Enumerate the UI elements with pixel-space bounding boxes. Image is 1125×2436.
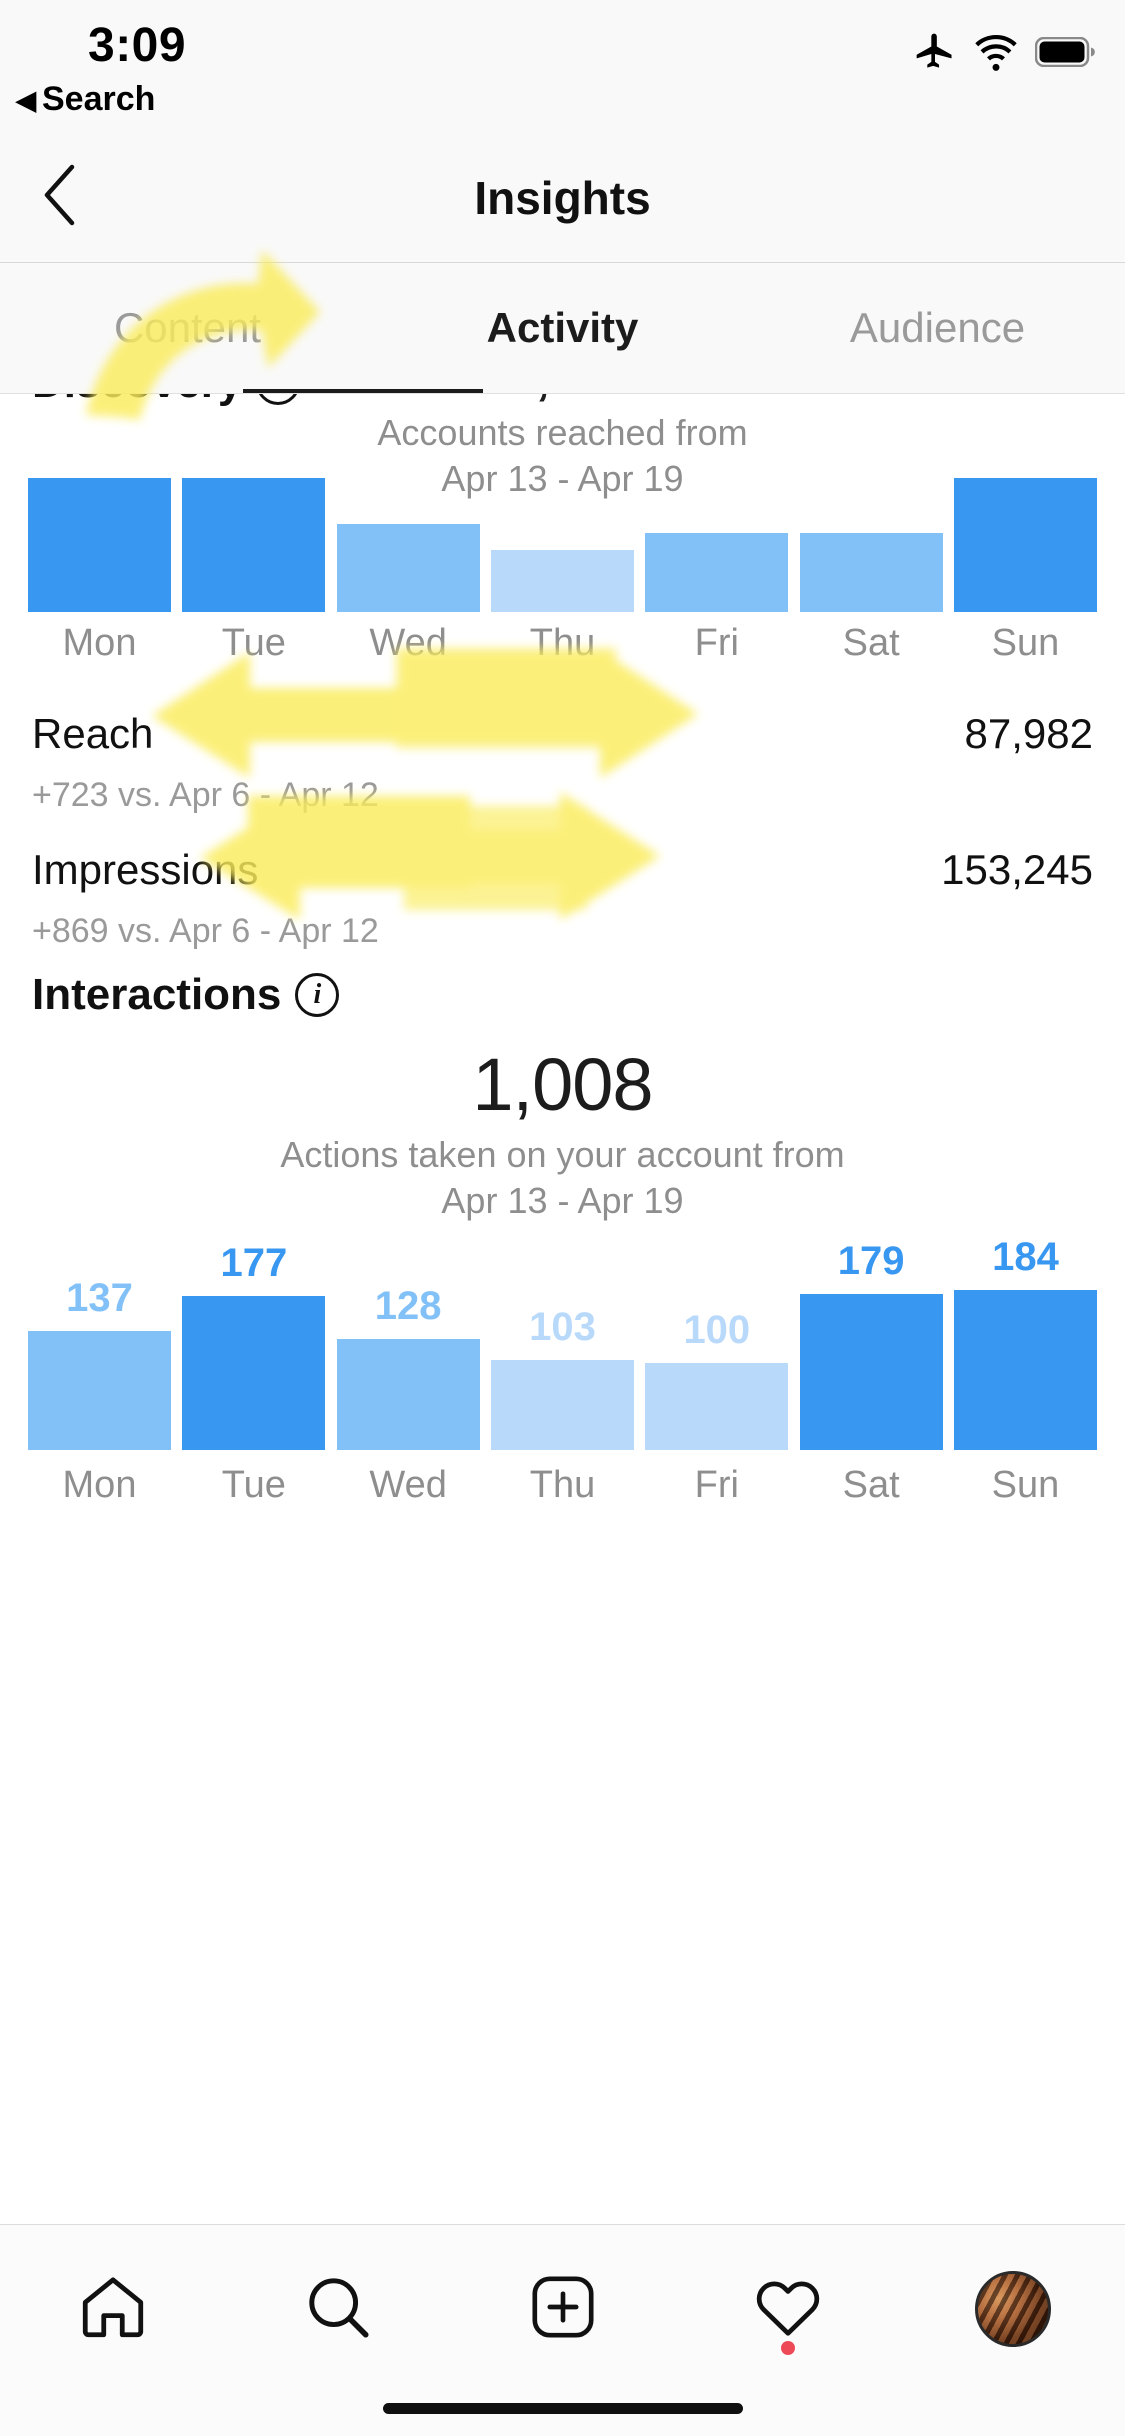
axis-label: Mon <box>62 622 137 664</box>
axis-label: Sat <box>842 1464 900 1506</box>
discovery-subtitle-line1: Accounts reached from <box>377 412 748 453</box>
axis-label: Mon <box>62 1464 137 1506</box>
bar-column <box>799 533 943 612</box>
bar-rect <box>28 478 171 612</box>
impressions-label: Impressions <box>32 846 259 893</box>
bar-column: 177 <box>182 1241 326 1450</box>
interactions-section-header: Interactions i <box>32 970 340 1020</box>
discovery-value: 87,982 <box>0 394 1125 409</box>
bar-rect <box>182 1296 326 1450</box>
search-icon <box>301 2270 375 2349</box>
bar-column <box>182 478 326 612</box>
bar-column: 128 <box>336 1284 480 1450</box>
bar-rect <box>799 533 943 612</box>
nav-home-button[interactable] <box>33 2259 193 2359</box>
insights-scroll-content[interactable]: Discovery i 87,982 Accounts reached from… <box>0 394 1125 2024</box>
home-indicator <box>382 2403 743 2414</box>
nav-search-button[interactable] <box>258 2259 418 2359</box>
nav-activity-button[interactable] <box>708 2259 868 2359</box>
bar-column: 184 <box>953 1235 1097 1450</box>
bar-column <box>336 524 480 612</box>
battery-icon <box>1035 37 1097 67</box>
interactions-bars: 137 177 128 103 100 179 184 <box>28 1235 1097 1450</box>
nav-bar: Insights <box>0 132 1125 263</box>
bar-rect <box>645 1363 789 1450</box>
bar-rect <box>645 533 789 612</box>
bar-column <box>490 550 634 612</box>
bar-column <box>953 478 1097 612</box>
page-title: Insights <box>474 171 651 224</box>
interactions-subtitle-line2: Apr 13 - Apr 19 <box>441 1180 684 1221</box>
bar-rect <box>336 1339 480 1450</box>
bar-value-label: 179 <box>837 1239 905 1283</box>
tab-audience[interactable]: Audience <box>750 304 1125 352</box>
axis-label: Wed <box>369 622 447 664</box>
axis-label: Sun <box>991 1464 1060 1506</box>
bar-rect <box>953 478 1097 612</box>
axis-label: Sat <box>842 622 900 664</box>
info-icon[interactable]: i <box>295 973 340 1017</box>
profile-avatar-icon <box>974 2271 1051 2347</box>
tab-content[interactable]: Content <box>0 304 375 352</box>
bar-rect <box>28 1331 171 1450</box>
bar-rect <box>182 478 326 612</box>
bar-column: 179 <box>799 1239 943 1450</box>
insights-tabbar: Content Activity Audience <box>0 263 1125 394</box>
axis-label: Tue <box>221 1464 286 1506</box>
bar-column: 100 <box>645 1308 789 1450</box>
nav-profile-button[interactable] <box>933 2259 1093 2359</box>
home-icon <box>76 2270 150 2349</box>
bar-value-label: 137 <box>66 1276 133 1320</box>
nav-add-post-button[interactable] <box>483 2259 643 2359</box>
axis-label: Fri <box>694 622 739 664</box>
bar-rect <box>490 1360 634 1450</box>
interactions-heading: Interactions <box>32 970 282 1019</box>
reach-delta: +723 vs. Apr 6 - Apr 12 <box>32 776 379 814</box>
bar-column <box>645 533 789 612</box>
interactions-axis-labels: Mon Tue Wed Thu Fri Sat Sun <box>28 1464 1097 1507</box>
bar-value-label: 100 <box>683 1308 751 1352</box>
interactions-value: 1,008 <box>472 1043 653 1126</box>
active-tab-indicator <box>243 389 483 393</box>
tab-activity[interactable]: Activity <box>375 304 750 352</box>
activity-notification-dot <box>780 2341 795 2355</box>
impressions-delta: +869 vs. Apr 6 - Apr 12 <box>32 912 379 950</box>
axis-label: Wed <box>369 1464 447 1506</box>
bar-rect <box>953 1290 1097 1450</box>
wifi-icon <box>973 30 1019 74</box>
axis-label: Thu <box>529 622 596 664</box>
reach-bars <box>28 478 1097 612</box>
add-post-icon <box>527 2271 599 2348</box>
status-bar: 3:09 ◀ Search <box>0 0 1125 132</box>
reach-value: 87,982 <box>964 710 1093 757</box>
bar-value-label: 177 <box>220 1241 288 1285</box>
axis-label: Sun <box>991 622 1060 664</box>
axis-label: Thu <box>529 1464 596 1506</box>
reach-axis-labels: Mon Tue Wed Thu Fri Sat Sun <box>28 622 1097 665</box>
bar-rect <box>336 524 480 612</box>
back-label: Search <box>42 80 156 118</box>
airplane-mode-icon <box>913 30 957 74</box>
bar-column: 103 <box>490 1305 634 1450</box>
axis-label: Tue <box>221 622 286 664</box>
reach-label: Reach <box>32 710 154 757</box>
return-to-search-link[interactable]: ◀ Search <box>16 80 155 119</box>
axis-label: Fri <box>694 1464 739 1506</box>
back-triangle-icon: ◀ <box>16 84 36 115</box>
bar-rect <box>799 1294 943 1450</box>
status-time: 3:09 <box>88 19 187 72</box>
bar-column: 137 <box>28 1276 171 1450</box>
bar-value-label: 128 <box>374 1284 442 1328</box>
bar-column <box>28 478 171 612</box>
heart-activity-icon <box>750 2269 826 2350</box>
impressions-value: 153,245 <box>941 846 1093 893</box>
bar-value-label: 184 <box>992 1235 1059 1279</box>
insights-screen: 3:09 ◀ Search Insights Content Activity … <box>0 0 1125 2436</box>
status-icons <box>913 30 1097 74</box>
bar-rect <box>490 550 634 612</box>
interactions-subtitle-line1: Actions taken on your account from <box>280 1134 845 1175</box>
bar-value-label: 103 <box>529 1305 596 1349</box>
